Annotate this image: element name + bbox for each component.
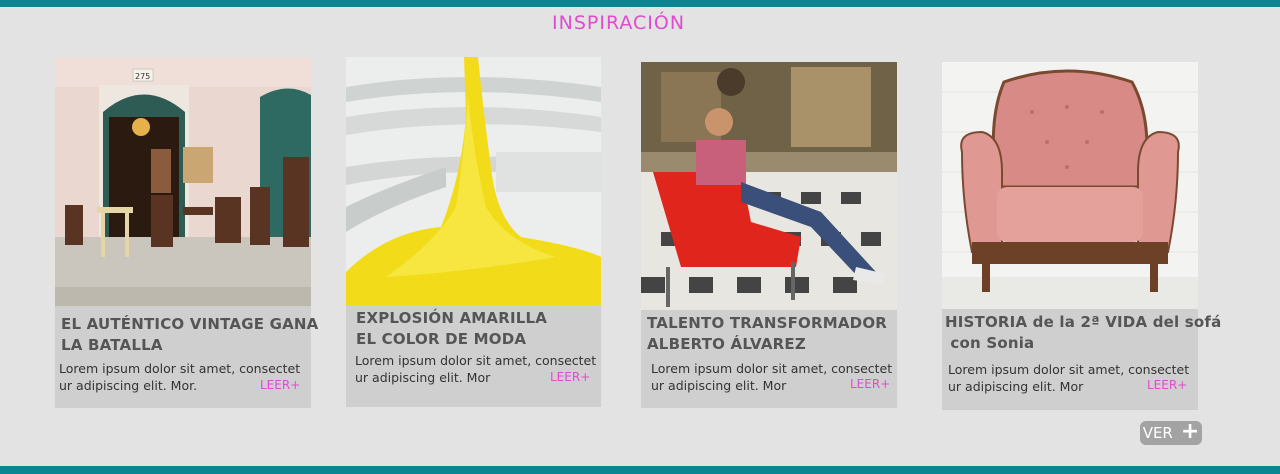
article-card-vintage[interactable]: 275 EL AUTÉNTICO VINTAGE GANA LA BATALLA … [55,57,318,408]
yellow-paint-explosion-image[interactable] [346,57,601,305]
read-more-link[interactable]: LEER+ [260,378,300,392]
plus-icon: + [1180,419,1200,444]
man-in-red-chair-image[interactable] [641,62,897,310]
bottom-accent-bar [0,466,1280,474]
house-number: 275 [135,72,150,81]
article-card-sofa[interactable]: HISTORIA de la 2ª VIDA del sofá con Soni… [942,62,1221,410]
card-title[interactable]: EXPLOSIÓN AMARILLA EL COLOR DE MODA [356,308,547,350]
section-title: INSPIRACIÓN [552,12,686,34]
vintage-shop-street-image[interactable]: 275 [55,57,311,306]
card-title[interactable]: HISTORIA de la 2ª VIDA del sofá con Soni… [945,312,1221,354]
article-card-alberto[interactable]: TALENTO TRANSFORMADOR ALBERTO ÁLVAREZ Lor… [641,62,897,408]
read-more-link[interactable]: LEER+ [550,370,590,384]
top-accent-bar [0,0,1280,7]
see-more-button[interactable]: VER + [1140,421,1202,445]
pink-armchair-image[interactable] [942,62,1198,309]
see-more-label: VER [1142,424,1173,442]
card-title[interactable]: TALENTO TRANSFORMADOR ALBERTO ÁLVAREZ [647,313,887,355]
card-title[interactable]: EL AUTÉNTICO VINTAGE GANA LA BATALLA [61,314,318,356]
read-more-link[interactable]: LEER+ [850,377,890,391]
article-card-yellow[interactable]: EXPLOSIÓN AMARILLA EL COLOR DE MODA Lorem… [346,57,601,407]
read-more-link[interactable]: LEER+ [1147,378,1187,392]
